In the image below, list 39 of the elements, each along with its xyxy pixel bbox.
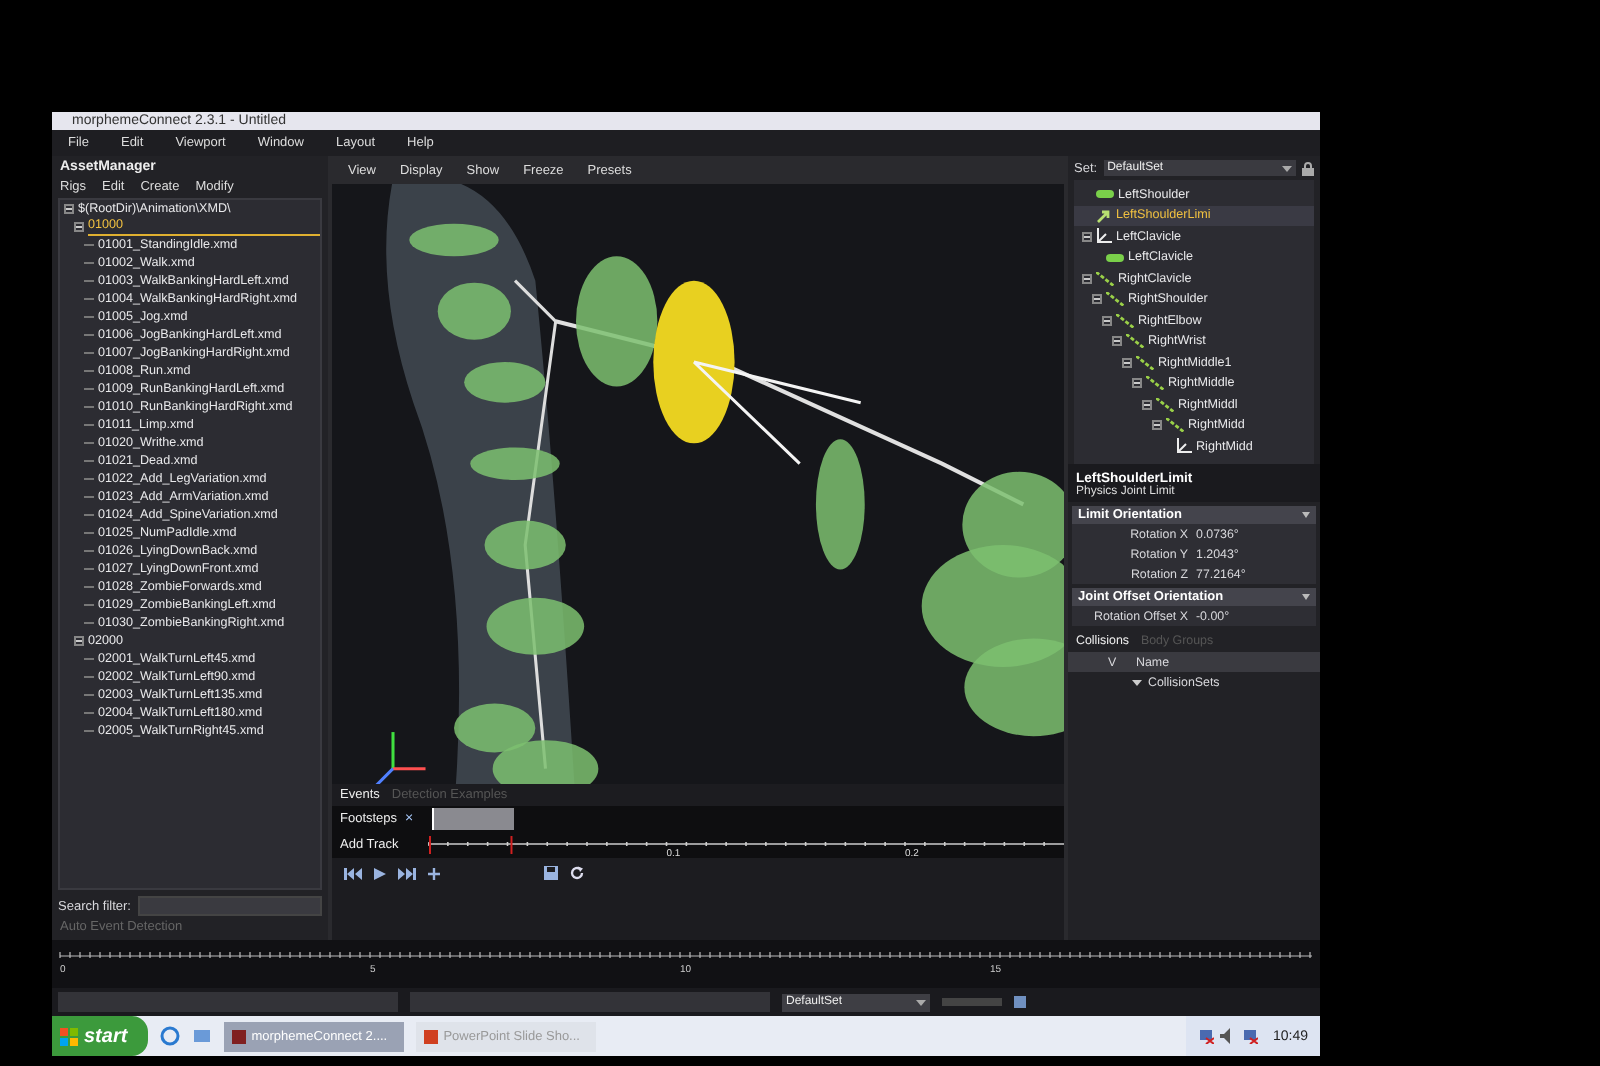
caret-icon[interactable] [1302,512,1310,518]
skip-back-icon[interactable] [344,867,362,879]
capsule-icon [1096,190,1114,199]
event-clip[interactable] [432,808,514,830]
minus-box-icon[interactable] [1142,399,1152,410]
minus-box-icon[interactable] [1092,294,1102,305]
refresh-icon[interactable] [570,866,584,880]
start-button[interactable]: start [52,1016,148,1056]
minus-box-icon[interactable] [74,636,84,646]
axes-icon [1176,438,1192,455]
minus-box-icon[interactable] [1082,273,1092,284]
network-icon[interactable] [1198,1028,1215,1044]
skip-forward-icon[interactable] [398,867,416,879]
minus-box-icon[interactable] [1102,315,1112,326]
minus-box-icon[interactable] [74,222,84,232]
browser-icon[interactable] [159,1026,180,1046]
axis-gizmo-icon [371,732,426,784]
arrow-icon [1096,207,1112,224]
save-icon[interactable] [544,866,558,880]
axes-icon [1096,228,1112,245]
minus-box-icon[interactable] [1132,378,1142,389]
minus-box-icon[interactable] [1152,420,1162,431]
caret-icon[interactable] [1302,594,1310,600]
search-field[interactable] [137,896,322,916]
caret-icon[interactable] [1282,165,1292,171]
app-icon [423,1029,438,1043]
minus-box-icon[interactable] [64,204,74,214]
minus-box-icon[interactable] [1122,357,1132,368]
app-icon [231,1029,246,1043]
caret-icon[interactable] [916,999,926,1005]
windows-logo-icon [60,1027,78,1045]
network-icon[interactable] [1242,1028,1259,1044]
capsule-icon [1106,253,1124,262]
expanded-triangle-icon[interactable] [1132,678,1142,688]
play-icon[interactable] [374,867,386,879]
plus-icon[interactable] [428,867,440,879]
status-meter [942,998,1002,1006]
minus-box-icon[interactable] [1082,231,1092,242]
minus-box-icon[interactable] [1112,336,1122,347]
